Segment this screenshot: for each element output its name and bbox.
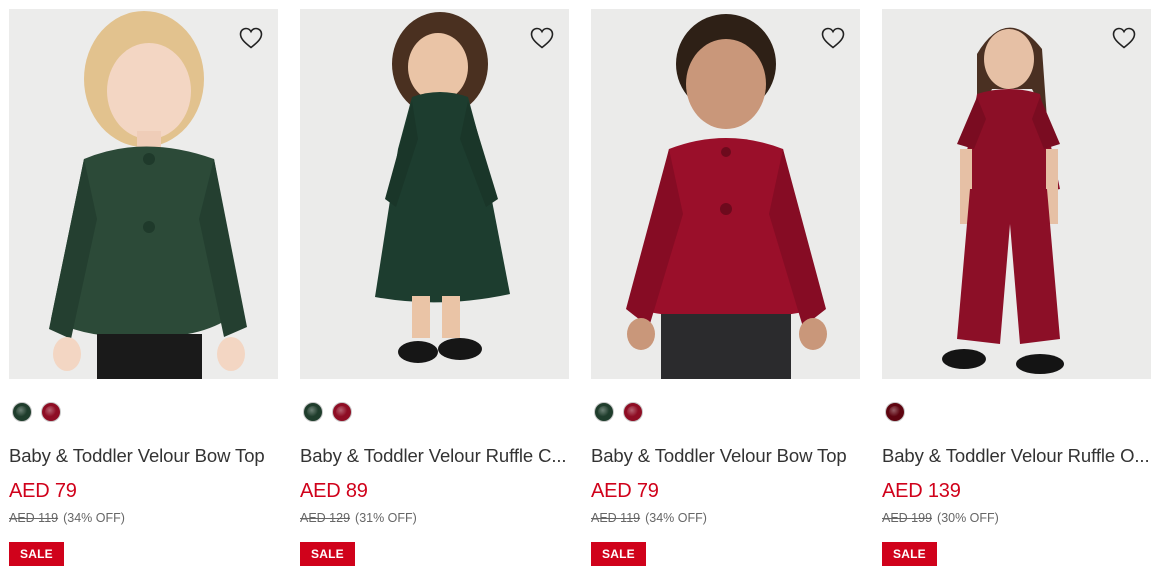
product-photo [882,9,1151,379]
sale-price: AED 79 [9,480,77,502]
wishlist-heart-icon[interactable] [238,25,264,51]
wishlist-heart-icon[interactable] [529,25,555,51]
product-image[interactable] [591,9,860,379]
product-image[interactable] [300,9,569,379]
color-swatch-green[interactable] [594,402,614,422]
discount-percent: (30% OFF) [937,511,999,525]
product-photo [9,9,278,379]
color-swatches [12,402,61,422]
discount-percent: (34% OFF) [63,511,125,525]
original-price-row: AED 119 (34% OFF) [591,511,707,525]
wishlist-heart-icon[interactable] [1111,25,1137,51]
product-card[interactable]: Baby & Toddler Velour Ruffle C... AED 89… [300,9,569,581]
color-swatches [594,402,643,422]
color-swatches [885,402,905,422]
original-price: AED 119 [9,511,59,525]
product-name[interactable]: Baby & Toddler Velour Ruffle O... [882,445,1151,467]
product-card[interactable]: Baby & Toddler Velour Bow Top AED 79 AED… [591,9,860,581]
original-price: AED 199 [882,511,933,525]
discount-percent: (34% OFF) [645,511,707,525]
product-photo [300,9,569,379]
sale-badge: SALE [9,542,64,566]
sale-price: AED 89 [300,480,368,502]
product-name[interactable]: Baby & Toddler Velour Ruffle C... [300,445,569,467]
product-card[interactable]: Baby & Toddler Velour Bow Top AED 79 AED… [9,9,278,581]
color-swatch-red[interactable] [623,402,643,422]
sale-badge: SALE [591,542,646,566]
original-price-row: AED 119 (34% OFF) [9,511,125,525]
product-name[interactable]: Baby & Toddler Velour Bow Top [591,445,860,467]
product-image[interactable] [9,9,278,379]
sale-price: AED 139 [882,480,961,502]
product-name[interactable]: Baby & Toddler Velour Bow Top [9,445,278,467]
color-swatch-red[interactable] [332,402,352,422]
product-photo [591,9,860,379]
wishlist-heart-icon[interactable] [820,25,846,51]
sale-badge: SALE [300,542,355,566]
original-price-row: AED 199 (30% OFF) [882,511,999,525]
product-card[interactable]: Baby & Toddler Velour Ruffle O... AED 13… [882,9,1151,581]
color-swatch-green[interactable] [303,402,323,422]
color-swatch-red[interactable] [41,402,61,422]
original-price: AED 119 [591,511,641,525]
original-price-row: AED 129 (31% OFF) [300,511,417,525]
color-swatch-green[interactable] [12,402,32,422]
discount-percent: (31% OFF) [355,511,417,525]
product-image[interactable] [882,9,1151,379]
original-price: AED 129 [300,511,351,525]
color-swatches [303,402,352,422]
color-swatch-burgundy[interactable] [885,402,905,422]
sale-price: AED 79 [591,480,659,502]
product-grid: Baby & Toddler Velour Bow Top AED 79 AED… [9,9,1151,581]
sale-badge: SALE [882,542,937,566]
